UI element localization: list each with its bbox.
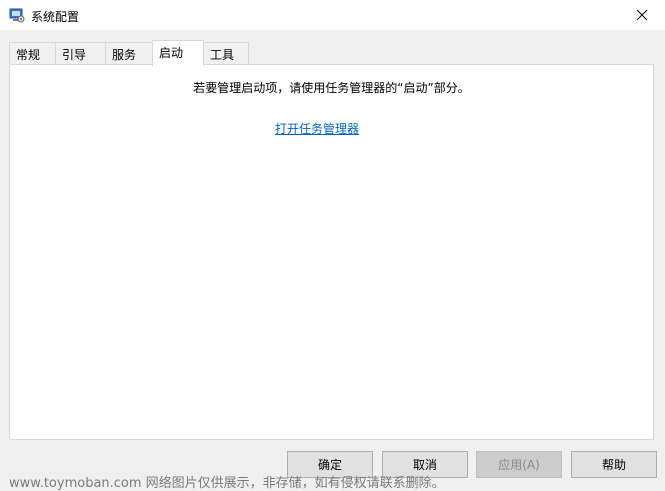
close-button[interactable] bbox=[619, 0, 665, 31]
tab-startup[interactable]: 启动 bbox=[152, 40, 204, 66]
window-title: 系统配置 bbox=[31, 10, 80, 24]
help-button[interactable]: 帮助 bbox=[571, 451, 657, 478]
open-task-manager-link[interactable]: 打开任务管理器 bbox=[275, 120, 359, 137]
startup-panel: 若要管理启动项，请使用任务管理器的“启动”部分。 打开任务管理器 bbox=[9, 64, 654, 440]
watermark-text: www.toymoban.com 网络图片仅供展示，非存储，如有侵权请联系删除。 bbox=[9, 476, 445, 491]
tab-strip: 常规 引导 服务 启动 工具 bbox=[0, 31, 665, 66]
tab-boot[interactable]: 引导 bbox=[55, 42, 106, 64]
startup-info-text: 若要管理启动项，请使用任务管理器的“启动”部分。 bbox=[193, 81, 470, 95]
tab-general[interactable]: 常规 bbox=[9, 42, 56, 64]
close-icon bbox=[636, 9, 648, 21]
tab-tools[interactable]: 工具 bbox=[203, 42, 249, 64]
tab-services[interactable]: 服务 bbox=[105, 42, 153, 64]
msconfig-icon bbox=[9, 7, 25, 23]
apply-button[interactable]: 应用(A) bbox=[476, 451, 562, 478]
title-bar: 系统配置 bbox=[0, 0, 665, 31]
